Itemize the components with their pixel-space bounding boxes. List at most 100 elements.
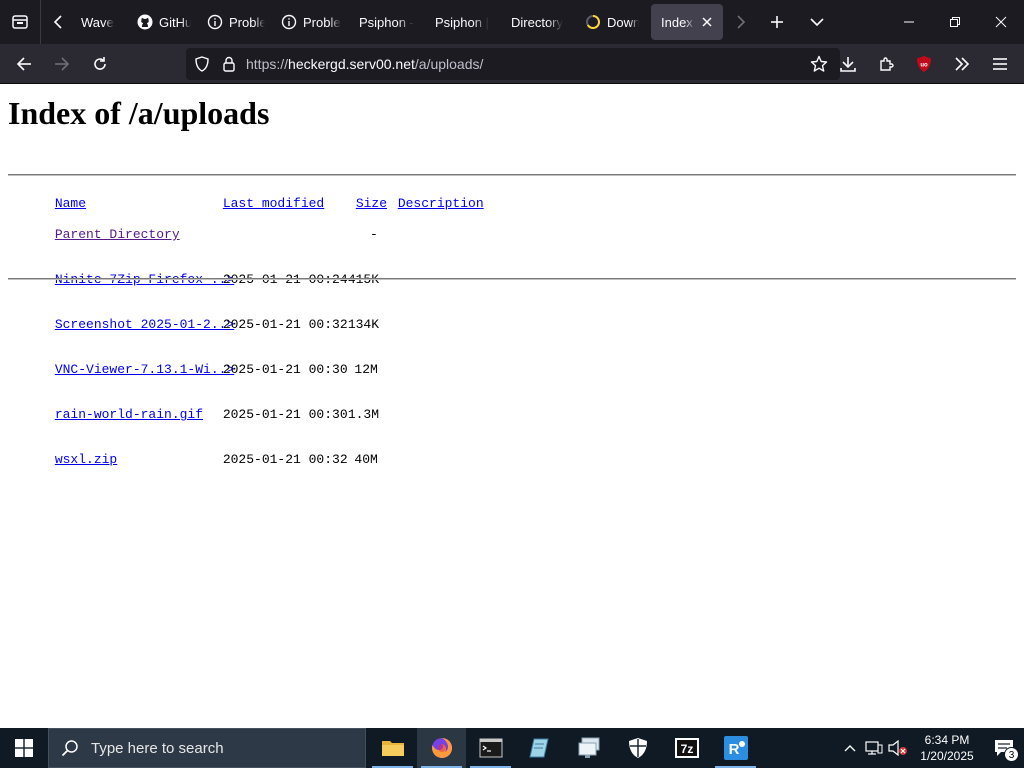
notepad-icon — [528, 738, 549, 758]
file-row: rain-world-rain.gif 2025-01-21 00:301.3M — [8, 392, 379, 422]
taskbar-7zip[interactable]: 7z — [662, 728, 711, 768]
info-icon — [207, 14, 223, 30]
taskbar-remote-desktop[interactable] — [564, 728, 613, 768]
ublock-origin-icon: uo — [917, 56, 931, 72]
taskbar-windows-security[interactable] — [613, 728, 662, 768]
file-modified: 2025-01-21 00:32 — [222, 452, 348, 467]
tab-problem-1[interactable]: Problem — [199, 4, 273, 40]
lock-icon[interactable] — [222, 56, 236, 72]
taskbar-vnc-viewer[interactable]: R — [711, 728, 760, 768]
remote-desktop-icon — [578, 737, 599, 758]
file-size: 12M — [354, 362, 378, 377]
folder-icon — [381, 741, 404, 756]
sort-by-description-link[interactable]: Description — [398, 196, 484, 211]
notification-center-button[interactable]: 3 — [984, 728, 1024, 768]
file-link[interactable]: rain-world-rain.gif — [55, 407, 223, 422]
search-icon — [61, 740, 78, 757]
more-tools-button[interactable] — [944, 48, 980, 80]
taskbar-clock[interactable]: 6:34 PM 1/20/2025 — [910, 732, 984, 764]
tab-scroll-left-button[interactable] — [41, 0, 77, 44]
file-row: VNC-Viewer-7.13.1-Wi..>2025-01-21 00:30 1… — [8, 347, 378, 377]
tab-title: GitHub — [159, 14, 191, 30]
tab-problem-2[interactable]: Problem — [273, 4, 349, 40]
new-tab-button[interactable] — [757, 0, 797, 44]
system-tray: 6:34 PM 1/20/2025 3 — [838, 728, 1024, 768]
clock-time: 6:34 PM — [924, 733, 970, 747]
info-icon — [281, 14, 297, 30]
file-size: 1.3M — [347, 407, 380, 422]
file-size: 134K — [347, 317, 380, 332]
github-icon — [137, 14, 153, 30]
file-row: Screenshot 2025-01-2..>2025-01-21 00:321… — [8, 302, 379, 332]
network-status-button[interactable] — [862, 728, 886, 768]
navigation-toolbar: https://heckergd.serv00.net/a/uploads/ u… — [0, 44, 1024, 84]
taskbar-file-explorer[interactable] — [368, 728, 417, 768]
arrow-left-icon — [16, 56, 31, 71]
tab-title: Problem — [229, 14, 265, 30]
file-row: Ninite 7Zip Firefox ..>2025-01-21 00:244… — [8, 257, 379, 287]
page-title: Index of /a/uploads — [8, 95, 270, 131]
restore-button[interactable] — [932, 0, 978, 44]
firefox-icon — [431, 737, 452, 758]
network-icon — [865, 741, 883, 755]
show-hidden-icons-button[interactable] — [838, 728, 862, 768]
svg-text:R: R — [728, 741, 739, 758]
puzzle-icon — [880, 57, 894, 71]
back-button[interactable] — [6, 48, 42, 80]
tab-download[interactable]: Down — [577, 4, 647, 40]
vnc-viewer-icon: R — [723, 736, 748, 760]
tab-title: Wave — [81, 14, 114, 30]
tab-bar: Wave GitHub Problem Problem Psiphon - Ps… — [0, 0, 1024, 44]
taskbar-search-box[interactable]: Type here to search — [48, 728, 366, 768]
tab-wave[interactable]: Wave — [77, 4, 129, 40]
tab-github[interactable]: GitHub — [129, 4, 199, 40]
double-chevron-right-icon — [955, 57, 970, 71]
reload-icon — [94, 56, 106, 70]
tab-psiphon-2[interactable]: Psiphon | — [425, 4, 501, 40]
file-modified: 2025-01-21 00:32 — [222, 317, 348, 332]
loading-spinner-icon — [585, 14, 601, 30]
tab-title: Psiphon | — [435, 14, 489, 30]
forward-button[interactable] — [44, 48, 80, 80]
ublock-origin-button[interactable]: uo — [906, 48, 942, 80]
close-window-button[interactable] — [978, 0, 1024, 44]
notification-count-badge: 3 — [1004, 747, 1019, 762]
volume-button[interactable] — [886, 728, 910, 768]
app-menu-button[interactable] — [982, 48, 1018, 80]
address-bar[interactable]: https://heckergd.serv00.net/a/uploads/ — [186, 48, 840, 80]
list-all-tabs-button[interactable] — [797, 0, 837, 44]
tab-scroll-right-button[interactable] — [723, 0, 757, 44]
file-modified: 2025-01-21 00:30 — [222, 362, 348, 377]
parent-directory-link[interactable]: Parent Directory — [55, 227, 223, 242]
taskbar-terminal[interactable] — [466, 728, 515, 768]
start-button[interactable] — [0, 728, 48, 768]
file-link[interactable]: wsxl.zip — [55, 452, 223, 467]
file-link[interactable]: VNC-Viewer-7.13.1-Wi..> — [55, 362, 234, 377]
url-prefix: https:// — [246, 56, 289, 72]
file-link[interactable]: Screenshot 2025-01-2..> — [55, 317, 234, 332]
reload-button[interactable] — [82, 48, 118, 80]
chevron-left-icon — [53, 15, 62, 29]
tab-directory[interactable]: Directory — [501, 4, 577, 40]
minimize-button[interactable] — [886, 0, 932, 44]
windows-taskbar: Type here to search 7z R 6:34 PM 1/20/20… — [0, 728, 1024, 768]
parent-directory-row: Parent Directory - — [8, 212, 378, 242]
tab-psiphon-1[interactable]: Psiphon - — [349, 4, 425, 40]
tracking-protection-shield-icon[interactable] — [194, 56, 210, 72]
arrow-right-icon — [55, 56, 70, 71]
taskbar-notepad-app[interactable] — [515, 728, 564, 768]
page-content: Index of /a/uploads Name Last modified Siz… — [0, 85, 1024, 728]
firefox-view-button[interactable] — [0, 0, 40, 44]
downloads-button[interactable] — [830, 48, 866, 80]
url-path: /a/uploads/ — [414, 56, 484, 72]
url-text[interactable]: https://heckergd.serv00.net/a/uploads/ — [246, 56, 483, 72]
tab-title: Index — [661, 14, 693, 30]
file-size: - — [370, 227, 378, 242]
close-tab-icon[interactable] — [701, 16, 713, 28]
bookmark-star-icon[interactable] — [810, 55, 828, 73]
shield-icon — [628, 738, 647, 758]
search-placeholder: Type here to search — [91, 739, 224, 757]
extensions-button[interactable] — [868, 48, 904, 80]
tab-index-active[interactable]: Index — [651, 4, 723, 40]
taskbar-firefox[interactable] — [417, 728, 466, 768]
